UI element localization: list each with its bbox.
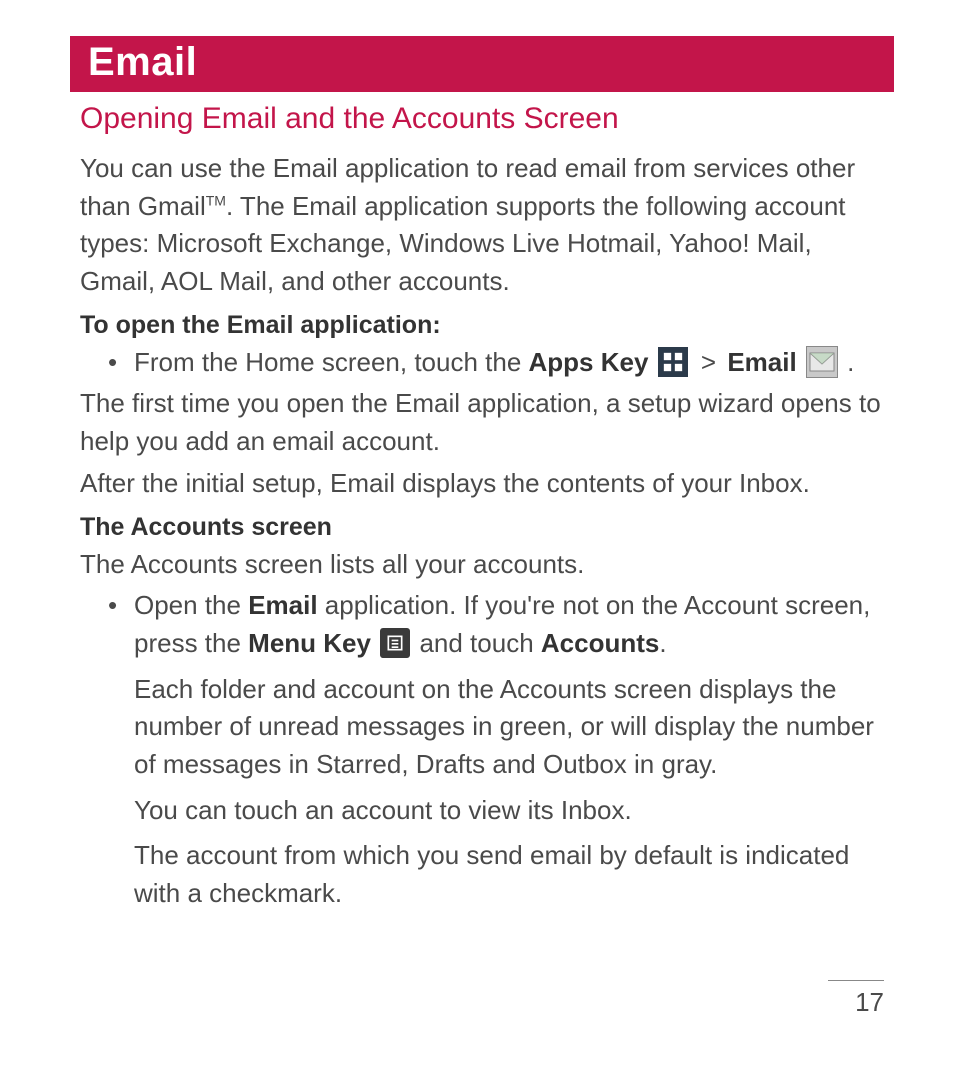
apps-key-icon [658,347,688,377]
manual-page: Email Opening Email and the Accounts Scr… [0,0,954,1074]
accounts-text-pre: Open the [134,590,248,620]
accounts-intro: The Accounts screen lists all your accou… [80,546,894,584]
accounts-sub-3: The account from which you send email by… [134,837,894,912]
accounts-period: . [659,628,666,658]
step-text-pre: From the Home screen, touch the [134,347,529,377]
email-app-label: Email [727,347,796,377]
open-app-steps: From the Home screen, touch the Apps Key… [80,344,894,382]
accounts-step: Open the Email application. If you're no… [80,587,894,662]
menu-key-icon [380,628,410,658]
section-heading: Opening Email and the Accounts Screen [80,102,894,136]
trademark-symbol: TM [206,192,226,208]
footer-rule [828,980,884,981]
chapter-title: Email [88,40,197,84]
email-app-icon [806,346,838,378]
accounts-label: Accounts [541,628,659,658]
apps-key-label: Apps Key [529,347,649,377]
after-open-para-1: The first time you open the Email applic… [80,385,894,460]
step-period: . [847,347,854,377]
accounts-text-post1: and touch [412,628,541,658]
accounts-screen-heading: The Accounts screen [80,513,894,542]
chapter-title-bar: Email [70,36,894,92]
page-number: 17 [828,987,884,1018]
accounts-sub-2: You can touch an account to view its Inb… [134,792,894,830]
accounts-steps: Open the Email application. If you're no… [80,587,894,662]
email-label-inline: Email [248,590,317,620]
breadcrumb-separator: > [701,347,716,377]
menu-key-label: Menu Key [248,628,371,658]
open-app-heading: To open the Email application: [80,311,894,340]
page-footer: 17 [828,980,884,1018]
after-open-para-2: After the initial setup, Email displays … [80,465,894,503]
accounts-sub-1: Each folder and account on the Accounts … [134,671,894,784]
open-app-step: From the Home screen, touch the Apps Key… [80,344,894,382]
intro-paragraph: You can use the Email application to rea… [80,150,894,301]
